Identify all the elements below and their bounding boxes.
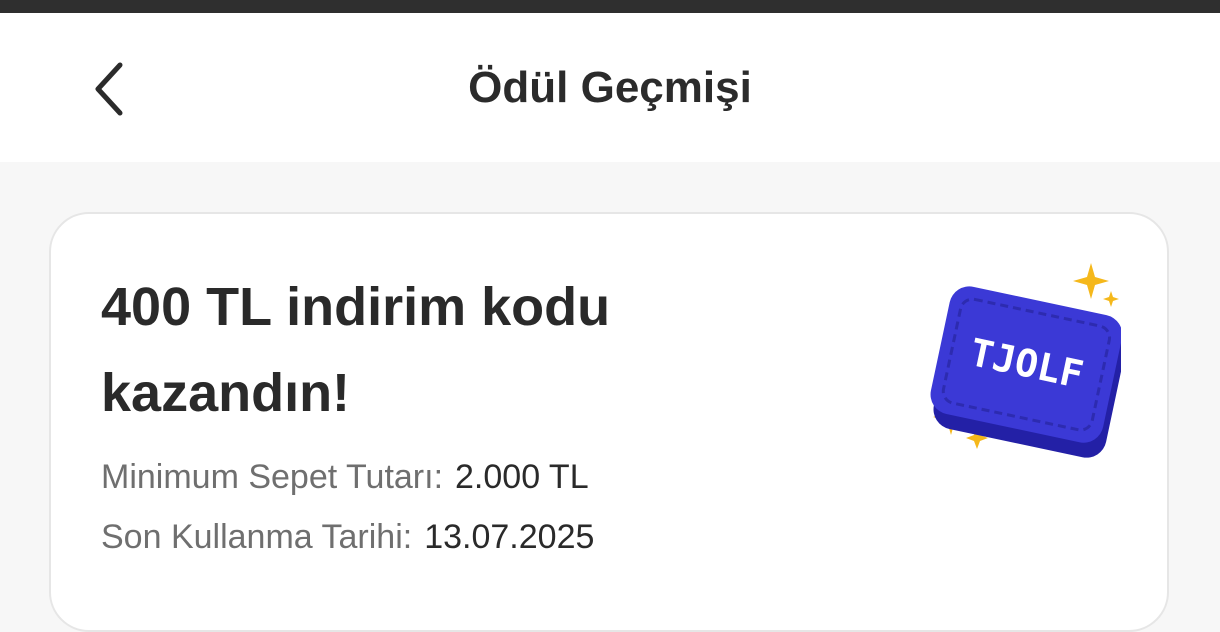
reward-title: 400 TL indirim kodu kazandın! xyxy=(101,277,611,423)
expiry-value: 13.07.2025 xyxy=(424,518,595,556)
min-basket-label: Minimum Sepet Tutarı: xyxy=(101,458,444,496)
page-title: Ödül Geçmişi xyxy=(468,62,752,112)
sparkle-icon xyxy=(1103,291,1119,307)
chevron-left-icon xyxy=(95,62,123,116)
coupon-ticket-icon: TJOLF xyxy=(930,263,1121,458)
app-header: Ödül Geçmişi xyxy=(0,13,1220,162)
expiry-row: Son Kullanma Tarihi: 13.07.2025 xyxy=(101,518,594,557)
min-basket-row: Minimum Sepet Tutarı: 2.000 TL xyxy=(101,458,589,497)
expiry-label: Son Kullanma Tarihi: xyxy=(101,518,413,556)
min-basket-value: 2.000 TL xyxy=(455,458,589,496)
back-button[interactable] xyxy=(78,53,142,125)
reward-card[interactable]: 400 TL indirim kodu kazandın! Minimum Se… xyxy=(49,212,1169,632)
status-bar-strip xyxy=(0,0,1220,13)
sparkle-icon xyxy=(1073,263,1109,299)
